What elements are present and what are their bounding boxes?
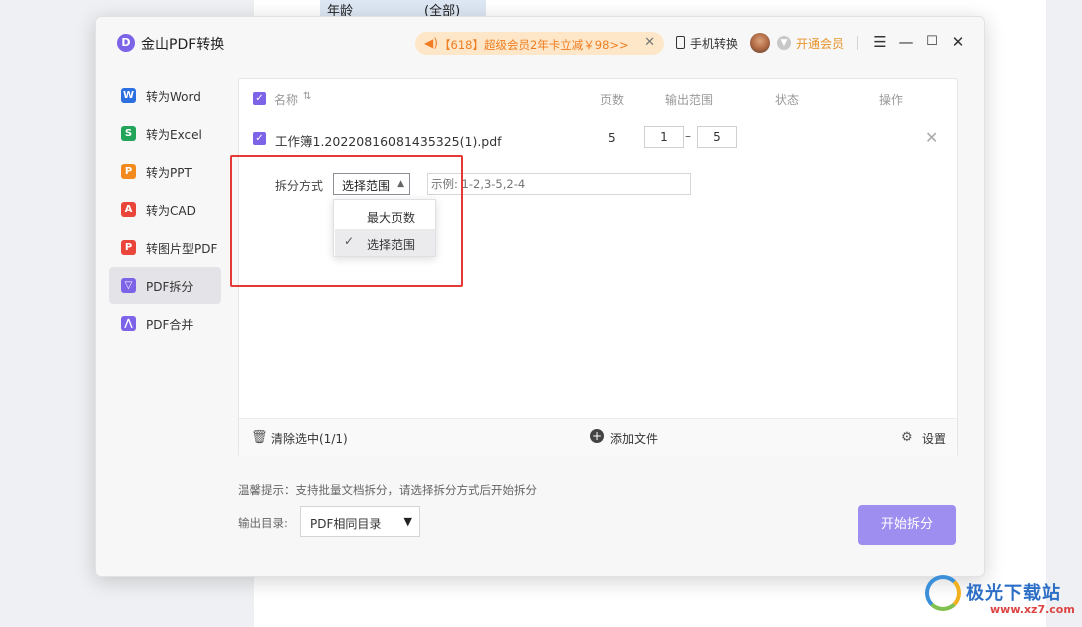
sidebar-item-label: PDF拆分 [146,280,194,294]
sidebar: W 转为Word S 转为Excel P 转为PPT A 转为CAD P 转图片… [109,77,222,343]
select-all-checkbox[interactable]: ✓ [253,92,266,105]
range-from-input[interactable]: 1 [644,126,684,148]
add-circle-icon[interactable]: + [590,429,604,443]
maximize-icon[interactable]: ☐ [922,32,942,52]
open-vip-link[interactable]: 开通会员 [796,35,844,52]
sidebar-item-label: 转为Excel [146,128,202,142]
output-dir-value: PDF相同目录 [310,517,382,531]
cad-icon: A [121,202,136,217]
sidebar-item-label: 转图片型PDF [146,242,218,256]
output-dir-label: 输出目录: [238,516,288,530]
sidebar-item-to-excel[interactable]: S 转为Excel [109,115,221,152]
promo-text[interactable]: 【618】超级会员2年卡立减￥98>> [439,37,629,53]
panel-footer: 🗑 清除选中(1/1) + 添加文件 ⚙ 设置 [239,418,957,457]
range-dash: – [685,129,691,143]
watermark-logo-icon [925,575,961,611]
watermark-url: www.xz7.com [990,603,1075,616]
menu-icon[interactable]: ☰ [870,32,890,52]
pdf-converter-window: D 金山PDF转换 ◀) 【618】超级会员2年卡立减￥98>> ✕ 手机转换 … [95,16,985,577]
split-range-input[interactable] [427,173,691,195]
minimize-icon[interactable]: — [896,32,916,52]
title-bar: D 金山PDF转换 ◀) 【618】超级会员2年卡立减￥98>> ✕ 手机转换 … [96,17,984,69]
sidebar-item-label: 转为CAD [146,204,196,218]
file-name: 工作簿1.20220816081435325(1).pdf [275,134,502,149]
watermark-text: 极光下载站 [966,583,1061,604]
promo-close-icon[interactable]: ✕ [644,35,655,50]
sidebar-item-pdf-merge[interactable]: ⋀ PDF合并 [109,305,221,342]
background-right [1046,0,1082,627]
caret-down-icon: ▼ [403,515,412,528]
ppt-icon: P [121,164,136,179]
speaker-icon: ◀) [424,36,438,50]
column-header-pages: 页数 [600,93,625,107]
sidebar-item-to-ppt[interactable]: P 转为PPT [109,153,221,190]
sidebar-item-label: 转为Word [146,90,201,104]
column-header-action: 操作 [879,93,904,107]
start-split-button[interactable]: 开始拆分 [858,505,956,545]
close-icon[interactable]: ✕ [948,32,968,52]
mobile-convert-link[interactable]: 手机转换 [690,35,738,52]
add-file-button[interactable]: 添加文件 [610,430,658,447]
page-count: 5 [608,131,616,145]
clear-selected-button[interactable]: 清除选中(1/1) [271,430,348,447]
image-pdf-icon: P [121,240,136,255]
remove-file-icon[interactable]: ✕ [925,128,938,147]
gear-icon[interactable]: ⚙ [901,430,913,445]
sort-icon[interactable]: ⇅ [303,91,311,102]
column-header-name[interactable]: 名称 [274,91,298,108]
titlebar-divider [857,36,858,50]
vip-icon: ▼ [777,36,791,50]
column-header-status: 状态 [775,93,800,107]
trash-icon[interactable]: 🗑 [251,430,268,445]
word-icon: W [121,88,136,103]
column-header-range: 输出范围 [665,93,714,107]
phone-icon[interactable] [676,36,685,49]
sidebar-item-label: 转为PPT [146,166,192,180]
app-logo-icon: D [117,34,135,52]
range-to-input[interactable]: 5 [697,126,737,148]
sidebar-item-label: PDF合并 [146,318,194,332]
sidebar-item-pdf-split[interactable]: ▽ PDF拆分 [109,267,221,304]
promo-banner[interactable]: ◀) 【618】超级会员2年卡立减￥98>> ✕ [415,32,664,55]
merge-icon: ⋀ [121,316,136,331]
app-title: 金山PDF转换 [141,37,225,53]
sidebar-item-to-image-pdf[interactable]: P 转图片型PDF [109,229,221,266]
settings-button[interactable]: 设置 [922,430,946,447]
tip-text: 温馨提示：支持批量文档拆分，请选择拆分方式后开始拆分 [238,483,537,497]
avatar[interactable] [750,33,770,53]
sidebar-item-to-cad[interactable]: A 转为CAD [109,191,221,228]
background-table-row: 年龄 (全部) [320,0,486,19]
excel-icon: S [121,126,136,141]
split-icon: ▽ [121,278,136,293]
red-highlight-box [230,155,463,287]
sidebar-item-to-word[interactable]: W 转为Word [109,77,221,114]
output-dir-select[interactable]: PDF相同目录 ▼ [300,506,420,537]
row-checkbox[interactable]: ✓ [253,132,266,145]
